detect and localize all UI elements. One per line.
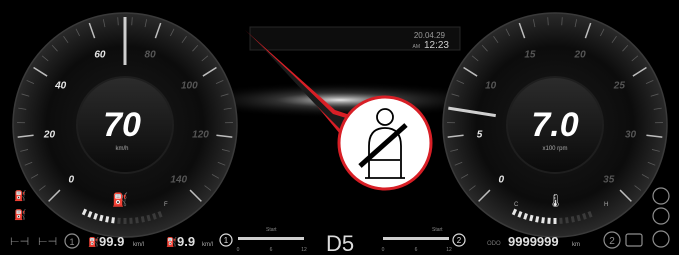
- rpm-value: 7.0: [531, 106, 578, 144]
- scale1-start-label: Start: [266, 227, 277, 233]
- rpm-tick-label: 15: [524, 49, 536, 60]
- fuel-segment: [123, 218, 127, 224]
- scale2-number: 2: [457, 236, 462, 245]
- trip-icon-b: ⊢⊣: [38, 236, 57, 248]
- scale1-tick-label: 6: [270, 247, 273, 253]
- trip2-unit: km/l: [202, 242, 213, 248]
- scale1-tick-label: 12: [301, 247, 307, 253]
- mode-2-label: 2: [609, 236, 615, 247]
- scale2-tick-label: 6: [415, 247, 418, 253]
- speedometer: 0 20 40 60 80 100 120 140 70 km/h ⛽ F: [12, 12, 238, 238]
- temp-cold-mark: C: [514, 202, 519, 208]
- fuel-economy-icon-2: ⛽: [166, 236, 177, 247]
- date-display: 20.04.29: [414, 31, 446, 40]
- trip2-economy: 9.9: [177, 234, 195, 249]
- fuel-full-mark: F: [164, 202, 168, 208]
- rpm-tick-label: 30: [625, 130, 637, 141]
- speed-unit: km/h: [115, 146, 128, 152]
- speed-tick-label: 80: [145, 49, 157, 60]
- scale2-tick-label: 12: [446, 247, 452, 253]
- fuel-segment: [117, 217, 121, 224]
- speed-value: 70: [103, 106, 141, 144]
- fuel-pump-icon: ⛽: [112, 192, 128, 207]
- speed-minor-tick: [131, 17, 133, 26]
- rpm-tick-label: 35: [603, 175, 615, 186]
- fuel-low-icon: ⛽: [14, 208, 26, 221]
- fuel-economy-icon: ⛽: [88, 236, 99, 247]
- scale2-start-label: Start: [432, 227, 443, 233]
- time-display: 12:23: [424, 40, 449, 51]
- time-am: AM: [413, 44, 421, 50]
- temp-segment: [547, 217, 551, 224]
- fuel-segment: [129, 217, 133, 224]
- temp-hot-mark: H: [604, 202, 608, 208]
- rpm-minor-tick: [561, 17, 563, 26]
- rpm-tick-label: 0: [498, 175, 504, 186]
- rpm-tick-label: 25: [613, 81, 626, 92]
- scale1-number: 1: [224, 236, 229, 245]
- trip-icon-a: ⊢⊣: [10, 236, 29, 248]
- speed-tick-label: 60: [94, 49, 106, 60]
- speed-tick-label: 0: [68, 175, 74, 186]
- scale1-tick-label: 0: [237, 247, 240, 253]
- speed-minor-tick: [117, 17, 119, 26]
- odometer-icon: ODO: [487, 241, 501, 247]
- scale2-track: [383, 237, 449, 240]
- scale1-track: [238, 237, 304, 240]
- speed-tick-label: 20: [43, 130, 56, 141]
- speed-tick-label: 40: [54, 81, 67, 92]
- speed-tick-label: 100: [181, 81, 198, 92]
- rpm-minor-tick: [547, 17, 549, 26]
- odometer-unit: km: [572, 242, 580, 248]
- speed-tick-label: 120: [192, 130, 209, 141]
- tachometer: 0 5 10 15 20 25 30 35 7.0 x100 rpm 🌡 C H: [442, 12, 668, 238]
- odometer-value: 9999999: [508, 234, 559, 249]
- rpm-tick-label: 10: [485, 81, 497, 92]
- speed-tick-label: 140: [170, 175, 187, 186]
- trip1-unit: km/l: [133, 242, 144, 248]
- gear-indicator: D5: [326, 231, 354, 255]
- rpm-unit: x100 rpm: [542, 146, 567, 152]
- coolant-temp-icon: 🌡: [547, 193, 564, 208]
- temp-segment: [553, 218, 557, 224]
- trip1-badge-label: 1: [69, 237, 74, 247]
- scale2-tick-label: 0: [382, 247, 385, 253]
- cluster-stage: 0204060 80100120140 70 km/h ⛽ F 051015 202…: [0, 0, 679, 255]
- trip1-economy: 99.9: [99, 234, 124, 249]
- temp-segment: [559, 217, 563, 224]
- rpm-tick-label: 20: [574, 49, 587, 60]
- fuel-door-icon: ⛽: [14, 189, 26, 202]
- rpm-tick-label: 5: [477, 130, 483, 141]
